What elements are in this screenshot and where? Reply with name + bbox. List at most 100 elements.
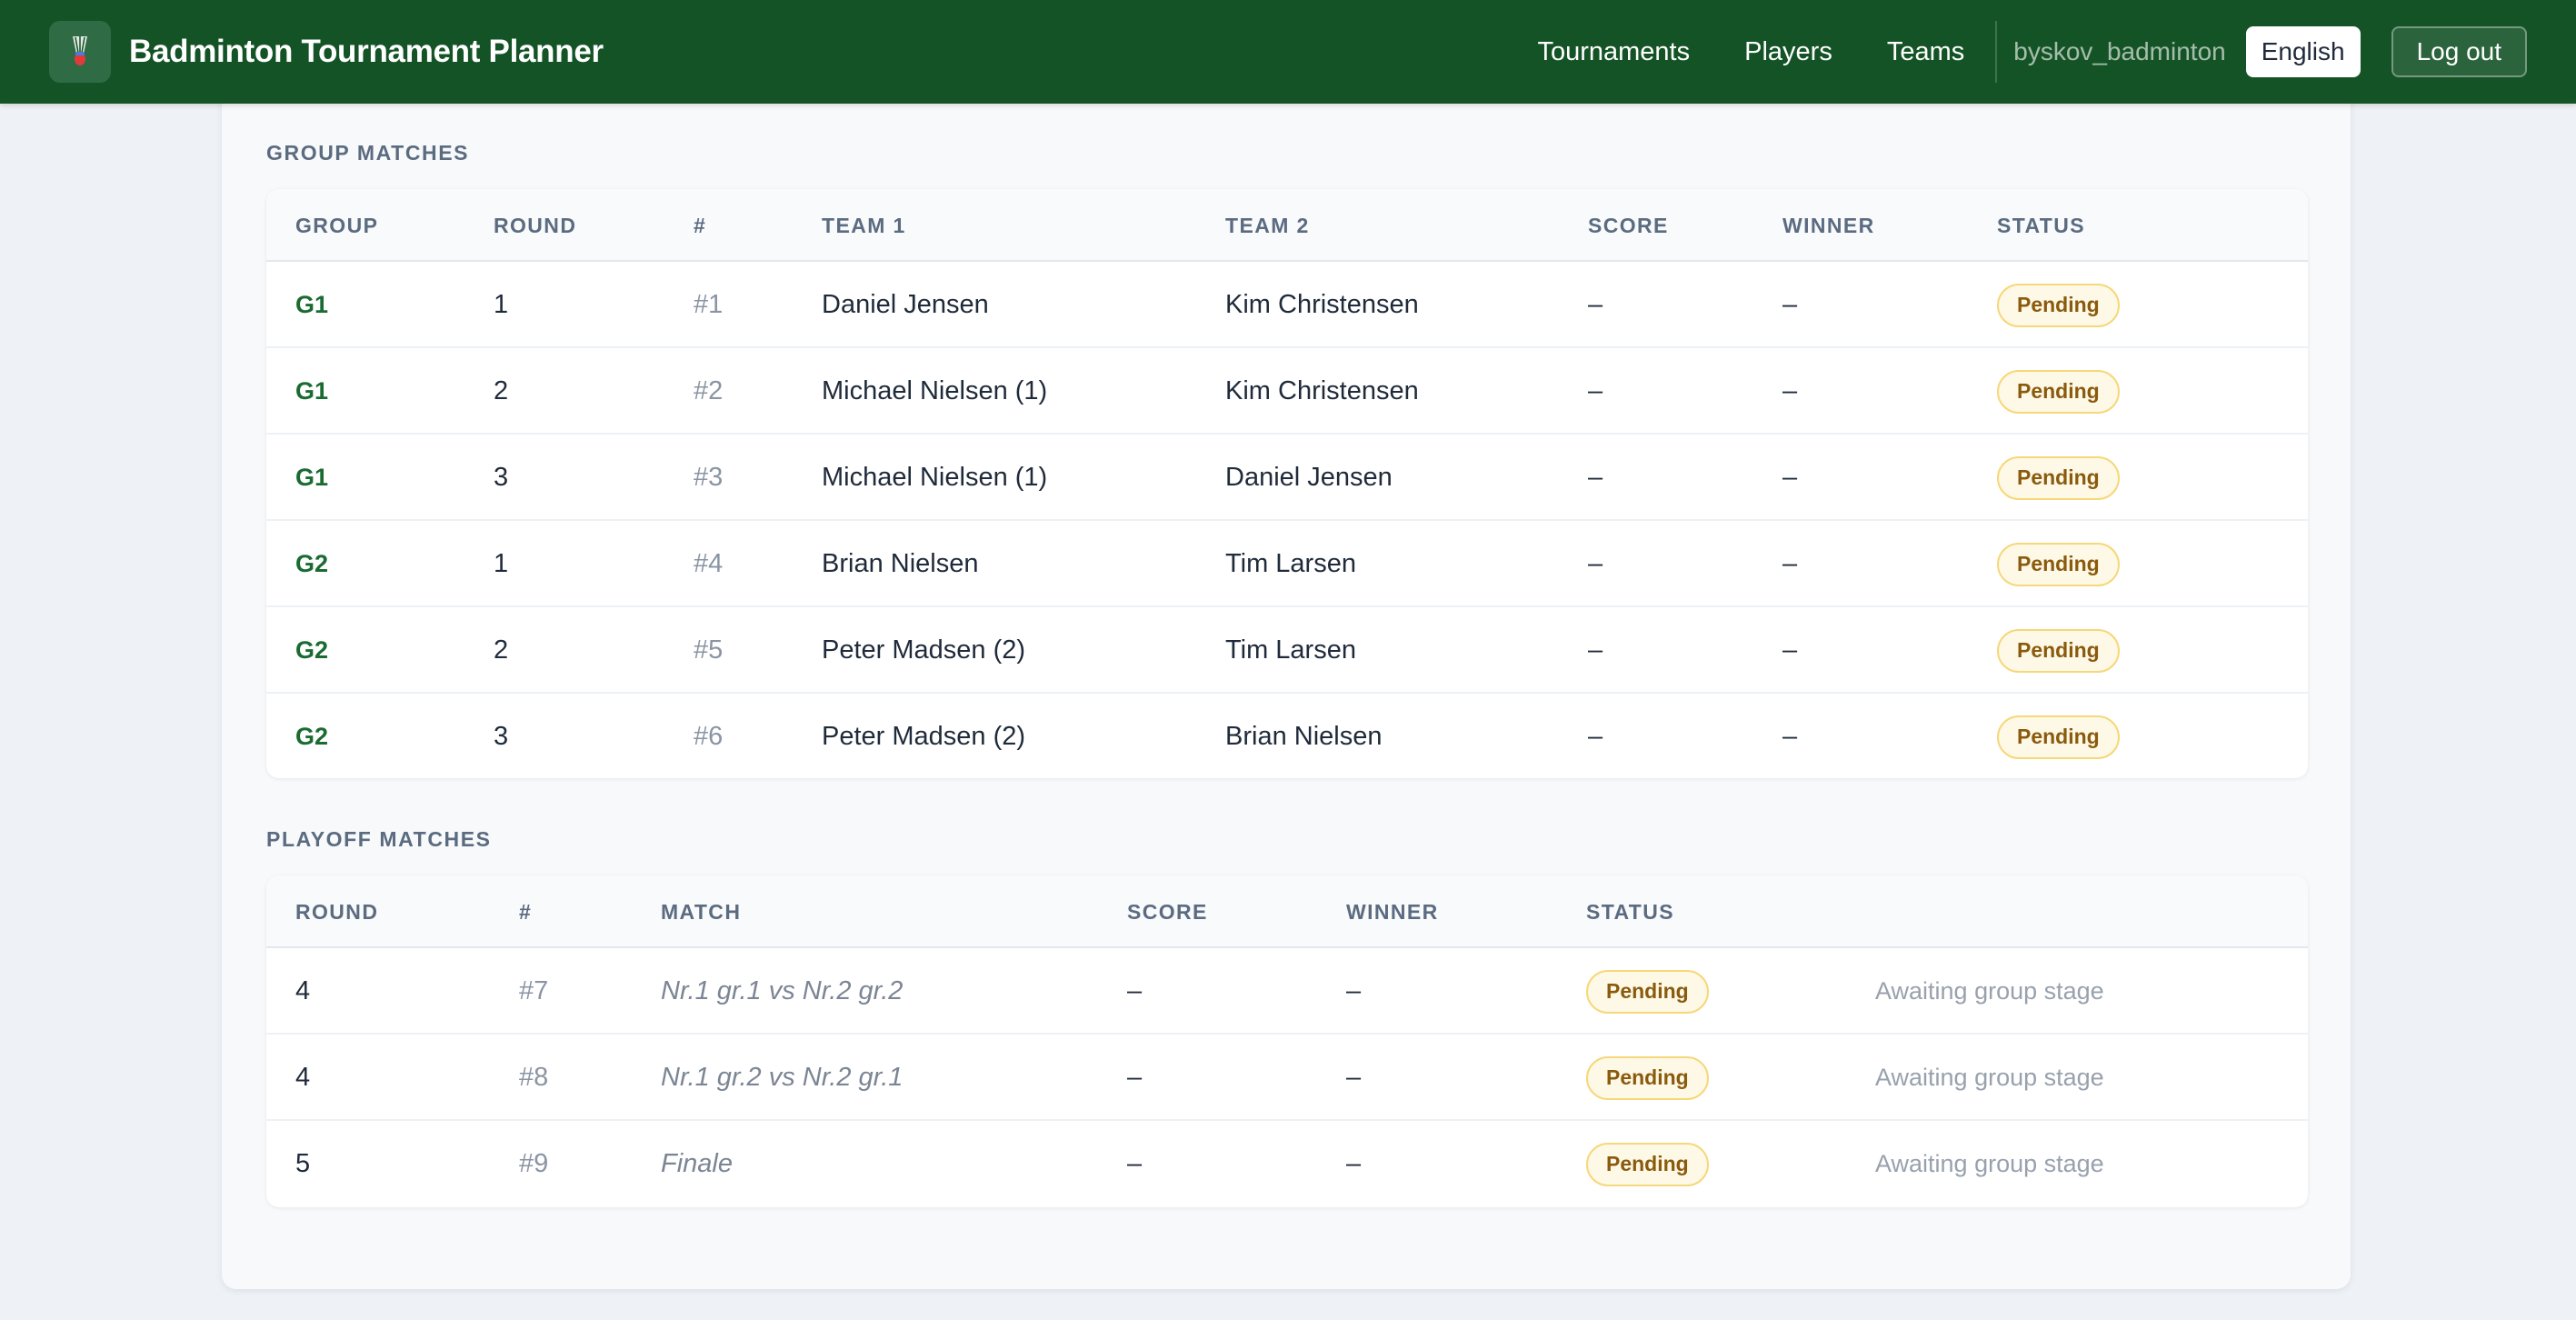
winner-cell: – bbox=[1782, 463, 1798, 492]
team2-cell: Kim Christensen bbox=[1225, 290, 1419, 319]
round-cell: 2 bbox=[494, 376, 509, 405]
column-header: STATUS bbox=[1586, 900, 1674, 924]
column-header: STATUS bbox=[1997, 214, 2085, 237]
group-cell: G1 bbox=[295, 291, 329, 318]
table-row[interactable]: G2 3 #6 Peter Madsen (2) Brian Nielsen – – Pend… bbox=[266, 694, 2308, 778]
table-row[interactable]: 4 #8 Nr.1 gr.2 vs Nr.2 gr.1 – – Awaiting grou… bbox=[266, 1035, 2308, 1121]
winner-cell: – bbox=[1346, 1149, 1362, 1178]
match-number-cell: #2 bbox=[694, 376, 724, 405]
match-cell: Nr.1 gr.2 vs Nr.2 gr.1 bbox=[661, 1063, 904, 1092]
status-badge: Pending bbox=[1586, 969, 1709, 1014]
main-nav: Tournaments Players Teams byskov_badmint… bbox=[1537, 0, 2527, 104]
winner-cell: – bbox=[1782, 376, 1798, 405]
column-header: # bbox=[694, 214, 707, 237]
nav-teams[interactable]: Teams bbox=[1887, 37, 1964, 67]
table-row[interactable]: G1 1 #1 Daniel Jensen Kim Christensen – – Pendi… bbox=[266, 262, 2308, 348]
column-header: WINNER bbox=[1782, 214, 1875, 237]
column-header: # bbox=[519, 900, 533, 924]
match-number-cell: #5 bbox=[694, 635, 724, 665]
table-header: ROUND # MATCH SCORE WINNER STATUS bbox=[266, 875, 2308, 948]
group-cell: G2 bbox=[295, 636, 329, 664]
team1-cell: Michael Nielsen (1) bbox=[822, 376, 1048, 405]
group-cell: G1 bbox=[295, 464, 329, 491]
status-note: Awaiting group stage bbox=[1875, 977, 2104, 1005]
team1-cell: Daniel Jensen bbox=[822, 290, 989, 319]
match-number-cell: #4 bbox=[694, 549, 724, 578]
team2-cell: Brian Nielsen bbox=[1225, 722, 1383, 751]
team2-cell: Tim Larsen bbox=[1225, 549, 1356, 578]
round-cell: 4 bbox=[295, 1063, 311, 1092]
table-row[interactable]: 4 #7 Nr.1 gr.1 vs Nr.2 gr.2 – – Awaiting grou… bbox=[266, 948, 2308, 1035]
winner-cell: – bbox=[1346, 1063, 1362, 1092]
team2-cell: Daniel Jensen bbox=[1225, 463, 1393, 492]
winner-cell: – bbox=[1782, 290, 1798, 319]
column-header: SCORE bbox=[1588, 214, 1669, 237]
team1-cell: Brian Nielsen bbox=[822, 549, 979, 578]
table-row[interactable]: G1 3 #3 Michael Nielsen (1) Daniel Jensen – – P… bbox=[266, 435, 2308, 521]
playoff-matches-title: PLAYOFF MATCHES bbox=[266, 827, 492, 851]
score-cell: – bbox=[1127, 976, 1143, 1005]
nav-tournaments[interactable]: Tournaments bbox=[1537, 37, 1690, 67]
column-header: MATCH bbox=[661, 900, 742, 924]
round-cell: 3 bbox=[494, 463, 509, 492]
match-cell: Nr.1 gr.1 vs Nr.2 gr.2 bbox=[661, 976, 904, 1005]
match-number-cell: #6 bbox=[694, 722, 724, 751]
round-cell: 4 bbox=[295, 976, 311, 1005]
match-number-cell: #7 bbox=[519, 976, 549, 1005]
nav-divider bbox=[1995, 21, 1998, 83]
score-cell: – bbox=[1588, 722, 1603, 751]
table-row[interactable]: G1 2 #2 Michael Nielsen (1) Kim Christensen –… bbox=[266, 348, 2308, 435]
team1-cell: Peter Madsen (2) bbox=[822, 722, 1026, 751]
match-number-cell: #9 bbox=[519, 1149, 549, 1178]
status-badge: Pending bbox=[1997, 715, 2120, 759]
shuttlecock-icon[interactable] bbox=[49, 21, 111, 83]
score-cell: – bbox=[1588, 635, 1603, 665]
round-cell: 3 bbox=[494, 722, 509, 751]
score-cell: – bbox=[1588, 463, 1603, 492]
column-header: TEAM 1 bbox=[822, 214, 906, 237]
match-number-cell: #3 bbox=[694, 463, 724, 492]
score-cell: – bbox=[1127, 1149, 1143, 1178]
top-navbar: Badminton Tournament Planner Tournaments… bbox=[0, 0, 2576, 104]
group-matches-table: GROUP ROUND # TEAM 1 TEAM 2 SCORE WINNER… bbox=[266, 189, 2308, 778]
column-header: WINNER bbox=[1346, 900, 1439, 924]
round-cell: 2 bbox=[494, 635, 509, 665]
match-number-cell: #8 bbox=[519, 1063, 549, 1092]
language-button[interactable]: English bbox=[2245, 26, 2361, 77]
team1-cell: Michael Nielsen (1) bbox=[822, 463, 1048, 492]
group-cell: G2 bbox=[295, 550, 329, 577]
status-badge: Pending bbox=[1997, 542, 2120, 586]
match-number-cell: #1 bbox=[694, 290, 724, 319]
match-cell: Finale bbox=[661, 1149, 733, 1178]
group-cell: G2 bbox=[295, 723, 329, 750]
status-note: Awaiting group stage bbox=[1875, 1064, 2104, 1091]
score-cell: – bbox=[1127, 1063, 1143, 1092]
team2-cell: Tim Larsen bbox=[1225, 635, 1356, 665]
playoff-matches-table: ROUND # MATCH SCORE WINNER STATUS 4 #7 Nr.… bbox=[266, 875, 2308, 1207]
team1-cell: Peter Madsen (2) bbox=[822, 635, 1026, 665]
column-header: GROUP bbox=[295, 214, 379, 237]
table-row[interactable]: G2 2 #5 Peter Madsen (2) Tim Larsen – – Pending bbox=[266, 607, 2308, 694]
column-header: SCORE bbox=[1127, 900, 1208, 924]
username-label: byskov_badminton bbox=[2013, 37, 2226, 65]
status-note: Awaiting group stage bbox=[1875, 1150, 2104, 1177]
status-badge: Pending bbox=[1997, 455, 2120, 500]
group-cell: G1 bbox=[295, 377, 329, 405]
winner-cell: – bbox=[1782, 722, 1798, 751]
nav-players[interactable]: Players bbox=[1744, 37, 1832, 67]
logout-button[interactable]: Log out bbox=[2391, 26, 2527, 77]
winner-cell: – bbox=[1782, 635, 1798, 665]
table-row[interactable]: G2 1 #4 Brian Nielsen Tim Larsen – – Pending bbox=[266, 521, 2308, 607]
winner-cell: – bbox=[1782, 549, 1798, 578]
score-cell: – bbox=[1588, 549, 1603, 578]
status-badge: Pending bbox=[1997, 369, 2120, 414]
score-cell: – bbox=[1588, 376, 1603, 405]
status-badge: Pending bbox=[1997, 628, 2120, 673]
score-cell: – bbox=[1588, 290, 1603, 319]
round-cell: 1 bbox=[494, 549, 509, 578]
round-cell: 5 bbox=[295, 1149, 311, 1178]
app-title: Badminton Tournament Planner bbox=[129, 34, 604, 69]
column-header: TEAM 2 bbox=[1225, 214, 1310, 237]
table-row[interactable]: 5 #9 Finale – – Awaiting group stage Pending bbox=[266, 1121, 2308, 1207]
winner-cell: – bbox=[1346, 976, 1362, 1005]
